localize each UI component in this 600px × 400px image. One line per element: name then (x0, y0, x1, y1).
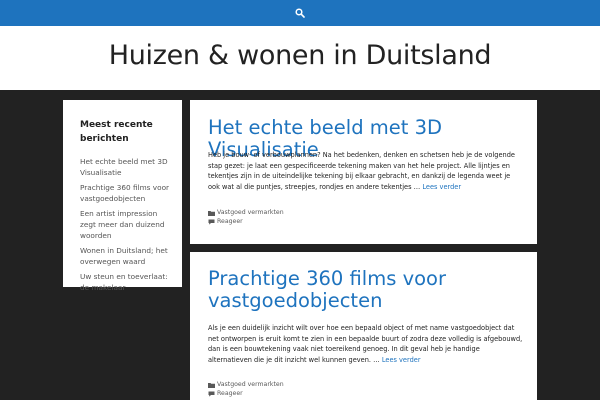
comment-icon (208, 391, 215, 397)
folder-icon (208, 211, 215, 217)
category-link[interactable]: Vastgoed vermarkten (217, 381, 284, 390)
post-excerpt: Als je een duidelijk inzicht wilt over h… (208, 323, 524, 365)
read-more-link[interactable]: Lees verder (422, 183, 461, 191)
comment-icon (208, 219, 215, 225)
recent-post-link[interactable]: Het echte beeld met 3D Visualisatie (80, 156, 175, 178)
category-link[interactable]: Vastgoed vermarkten (217, 209, 284, 218)
excerpt-text: Als je een duidelijk inzicht wilt over h… (208, 324, 523, 364)
post-title-link[interactable]: Prachtige 360 films voor vastgoedobjecte… (208, 268, 528, 312)
top-bar (0, 0, 600, 26)
site-header: Huizen & wonen in Duitsland (0, 26, 600, 90)
post-meta: Vastgoed vermarkten Reageer (208, 209, 284, 226)
post-excerpt: Heb je bouw- of verbouwplannen? Na het b… (208, 150, 524, 192)
recent-post-link[interactable]: Een artist impression zegt meer dan duiz… (80, 208, 175, 241)
site-title[interactable]: Huizen & wonen in Duitsland (0, 40, 600, 71)
recent-posts-list: Het echte beeld met 3D Visualisatie Prac… (80, 156, 182, 293)
comment-link[interactable]: Reageer (217, 218, 243, 227)
recent-post-link[interactable]: Uw steun en toeverlaat: de makelaar (80, 271, 175, 293)
post-meta: Vastgoed vermarkten Reageer (208, 381, 284, 398)
read-more-link[interactable]: Lees verder (382, 356, 421, 364)
sidebar-recent-posts-widget: Meest recente berichten Het echte beeld … (63, 100, 182, 292)
recent-post-link[interactable]: Prachtige 360 films voor vastgoedobjecte… (80, 182, 175, 204)
widget-title: Meest recente berichten (80, 120, 153, 144)
recent-post-link[interactable]: Wonen in Duitsland; het overwegen waard (80, 245, 175, 267)
post-card: Prachtige 360 films voor vastgoedobjecte… (190, 252, 537, 400)
search-icon[interactable] (295, 8, 305, 18)
folder-icon (208, 383, 215, 389)
excerpt-text: Heb je bouw- of verbouwplannen? Na het b… (208, 151, 515, 191)
post-card: Het echte beeld met 3D Visualisatie Heb … (190, 100, 537, 244)
comment-link[interactable]: Reageer (217, 390, 243, 399)
